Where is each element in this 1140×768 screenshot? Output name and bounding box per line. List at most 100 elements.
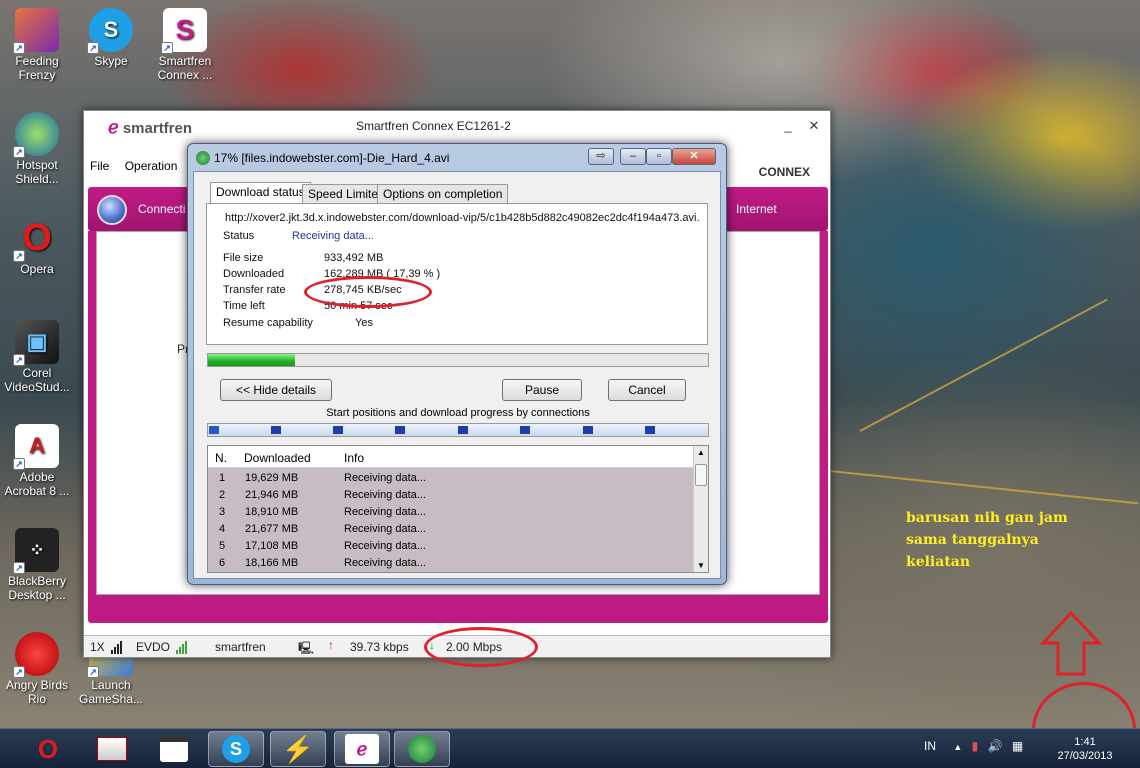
file-size-value: 933,492 MB [324,252,384,264]
taskbar-skype[interactable]: S [208,731,264,767]
connection-marker [458,426,468,434]
connection-marker [645,426,655,434]
network-mode: 1X [90,640,123,654]
smartfren-icon: S ↗ [161,8,207,54]
taskbar-winamp[interactable]: ⚡ [270,731,326,767]
upload-speed: 39.73 kbps [350,640,409,654]
connection-marker [271,426,281,434]
menu-bar: File Operation [84,159,183,181]
column-number[interactable]: N. [215,451,227,465]
scrollbar-thumb[interactable] [695,464,707,486]
clock-date: 27/03/2013 [1057,750,1113,762]
dialog-client-area: Download status Speed Limiter Options on… [193,171,721,579]
maximize-button[interactable]: ▫ [646,148,672,165]
tab-download-status[interactable]: Download status [210,182,311,204]
desktop-icon-corel-videostudio[interactable]: ▣ ↗ Corel VideoStud... [0,320,74,394]
taskbar-opera[interactable]: O [20,731,76,767]
desktop-icon-opera[interactable]: O ↗ Opera [0,216,74,276]
smartfren-titlebar[interactable]: ℯ smartfren Smartfren Connex EC1261-2 _ … [84,111,830,145]
network-icon[interactable]: ▦ [1012,739,1023,753]
connections-progress-bar [207,423,709,437]
download-status-panel: http://xover2.jkt.3d.x.indowebster.com/d… [206,203,708,345]
desktop-icon-blackberry-desktop[interactable]: ⁘ ↗ BlackBerry Desktop ... [0,528,74,602]
download-progress-dialog[interactable]: 17% [files.indowebster.com]-Die_Hard_4.a… [187,143,727,585]
upload-arrow-icon: ↑ [328,638,334,652]
download-progress-bar [207,353,709,367]
tab-options-on-completion[interactable]: Options on completion [377,184,509,203]
status-value: Receiving data... [292,230,374,242]
smartfren-icon: ℯ [345,734,379,764]
shield-icon: ↗ [13,112,59,158]
hide-details-button[interactable]: << Hide details [220,379,332,401]
window-title: Smartfren Connex EC1261-2 [356,119,511,133]
table-row[interactable]: 6 18,166 MB Receiving data... [208,555,694,572]
highlight-ring-transfer-rate [304,276,432,308]
show-hidden-icons-icon[interactable]: ▲ [953,742,962,752]
close-button[interactable]: ✕ [804,117,824,135]
minimize-button[interactable]: – [620,148,646,165]
desktop-icon-adobe-acrobat[interactable]: A ↗ Adobe Acrobat 8 ... [0,424,74,498]
downloaded-label: Downloaded [223,268,285,280]
evdo-signal-icon [176,640,188,654]
transfer-rate-label: Transfer rate [223,284,286,296]
cancel-button[interactable]: Cancel [608,379,686,401]
minimize-button[interactable]: _ [778,117,798,135]
column-info[interactable]: Info [344,451,364,465]
parking-line [829,470,1139,505]
speaker-icon[interactable]: 🔊 [988,739,1003,753]
connection-marker [395,426,405,434]
smartfren-logo: ℯ smartfren [108,117,193,137]
desktop-icon-feeding-frenzy[interactable]: ↗ Feeding Frenzy [0,8,74,82]
highlight-ring-clock [1032,682,1136,728]
nav-connection[interactable]: Connecti [138,202,185,216]
list-scrollbar[interactable]: ▲ ▼ [693,446,708,572]
column-downloaded[interactable]: Downloaded [244,451,311,465]
pause-button[interactable]: Pause [502,379,582,401]
taskbar-321-player[interactable] [146,731,202,767]
fish-icon: ↗ [13,8,59,54]
winamp-icon: ⚡ [281,733,315,764]
skype-icon: S ↗ [87,8,133,54]
pdf-icon: A ↗ [13,424,59,470]
menu-file[interactable]: File [90,159,109,173]
file-size-label: File size [223,252,264,264]
scroll-up-icon[interactable]: ▲ [697,448,705,457]
globe-icon[interactable] [97,195,127,225]
annotation-text: barusan nih gan jam sama tanggalnya keli… [906,510,1068,570]
desktop-icon-smartfren-connex[interactable]: S ↗ Smartfren Connex ... [148,8,222,82]
flash-cine-icon [97,737,127,761]
table-row[interactable]: 4 21,677 MB Receiving data... [208,521,694,538]
technology-label: EVDO [136,640,188,654]
safely-remove-icon[interactable]: ▮ [972,739,979,753]
connection-marker [333,426,343,434]
table-row[interactable]: 5 17,108 MB Receiving data... [208,538,694,555]
dialog-title: 17% [files.indowebster.com]-Die_Hard_4.a… [196,151,449,165]
table-row[interactable]: 3 18,910 MB Receiving data... [208,504,694,521]
nav-internet[interactable]: Internet [736,202,777,216]
tab-speed-limiter[interactable]: Speed Limiter [302,184,389,203]
scroll-down-icon[interactable]: ▼ [697,561,705,570]
close-button[interactable]: ✕ [672,148,716,165]
clock[interactable]: 1:41 27/03/2013 [1050,735,1120,763]
connections-list[interactable]: N. Downloaded Info 1 19,629 MB Receiving d… [207,445,709,573]
list-header: N. Downloaded Info [208,446,694,468]
language-indicator[interactable]: IN [924,739,936,753]
taskbar-idm[interactable] [394,731,450,767]
arrow-up-icon [1040,610,1102,676]
highlight-ring-speed [424,627,538,667]
operator-name: smartfren [215,640,266,654]
minimize-to-tray-button[interactable]: ⇨ [588,148,614,165]
blackberry-icon: ⁘ ↗ [13,528,59,574]
menu-operation[interactable]: Operation [125,159,178,173]
taskbar-flash-cine[interactable] [84,731,140,767]
taskbar-smartfren[interactable]: ℯ [334,731,390,767]
desktop-icon-angry-birds[interactable]: ↗ Angry Birds Rio [0,632,74,706]
time-left-label: Time left [223,300,265,312]
skype-icon: S [222,735,250,763]
desktop-icon-skype[interactable]: S ↗ Skype [74,8,148,68]
table-row[interactable]: 1 19,629 MB Receiving data... [208,470,694,487]
table-row[interactable]: 2 21,946 MB Receiving data... [208,487,694,504]
desktop-icon-hotspot-shield[interactable]: ↗ Hotspot Shield... [0,112,74,186]
film-camera-icon: ▣ ↗ [13,320,59,366]
traffic-icon: 🖳 [298,641,315,655]
